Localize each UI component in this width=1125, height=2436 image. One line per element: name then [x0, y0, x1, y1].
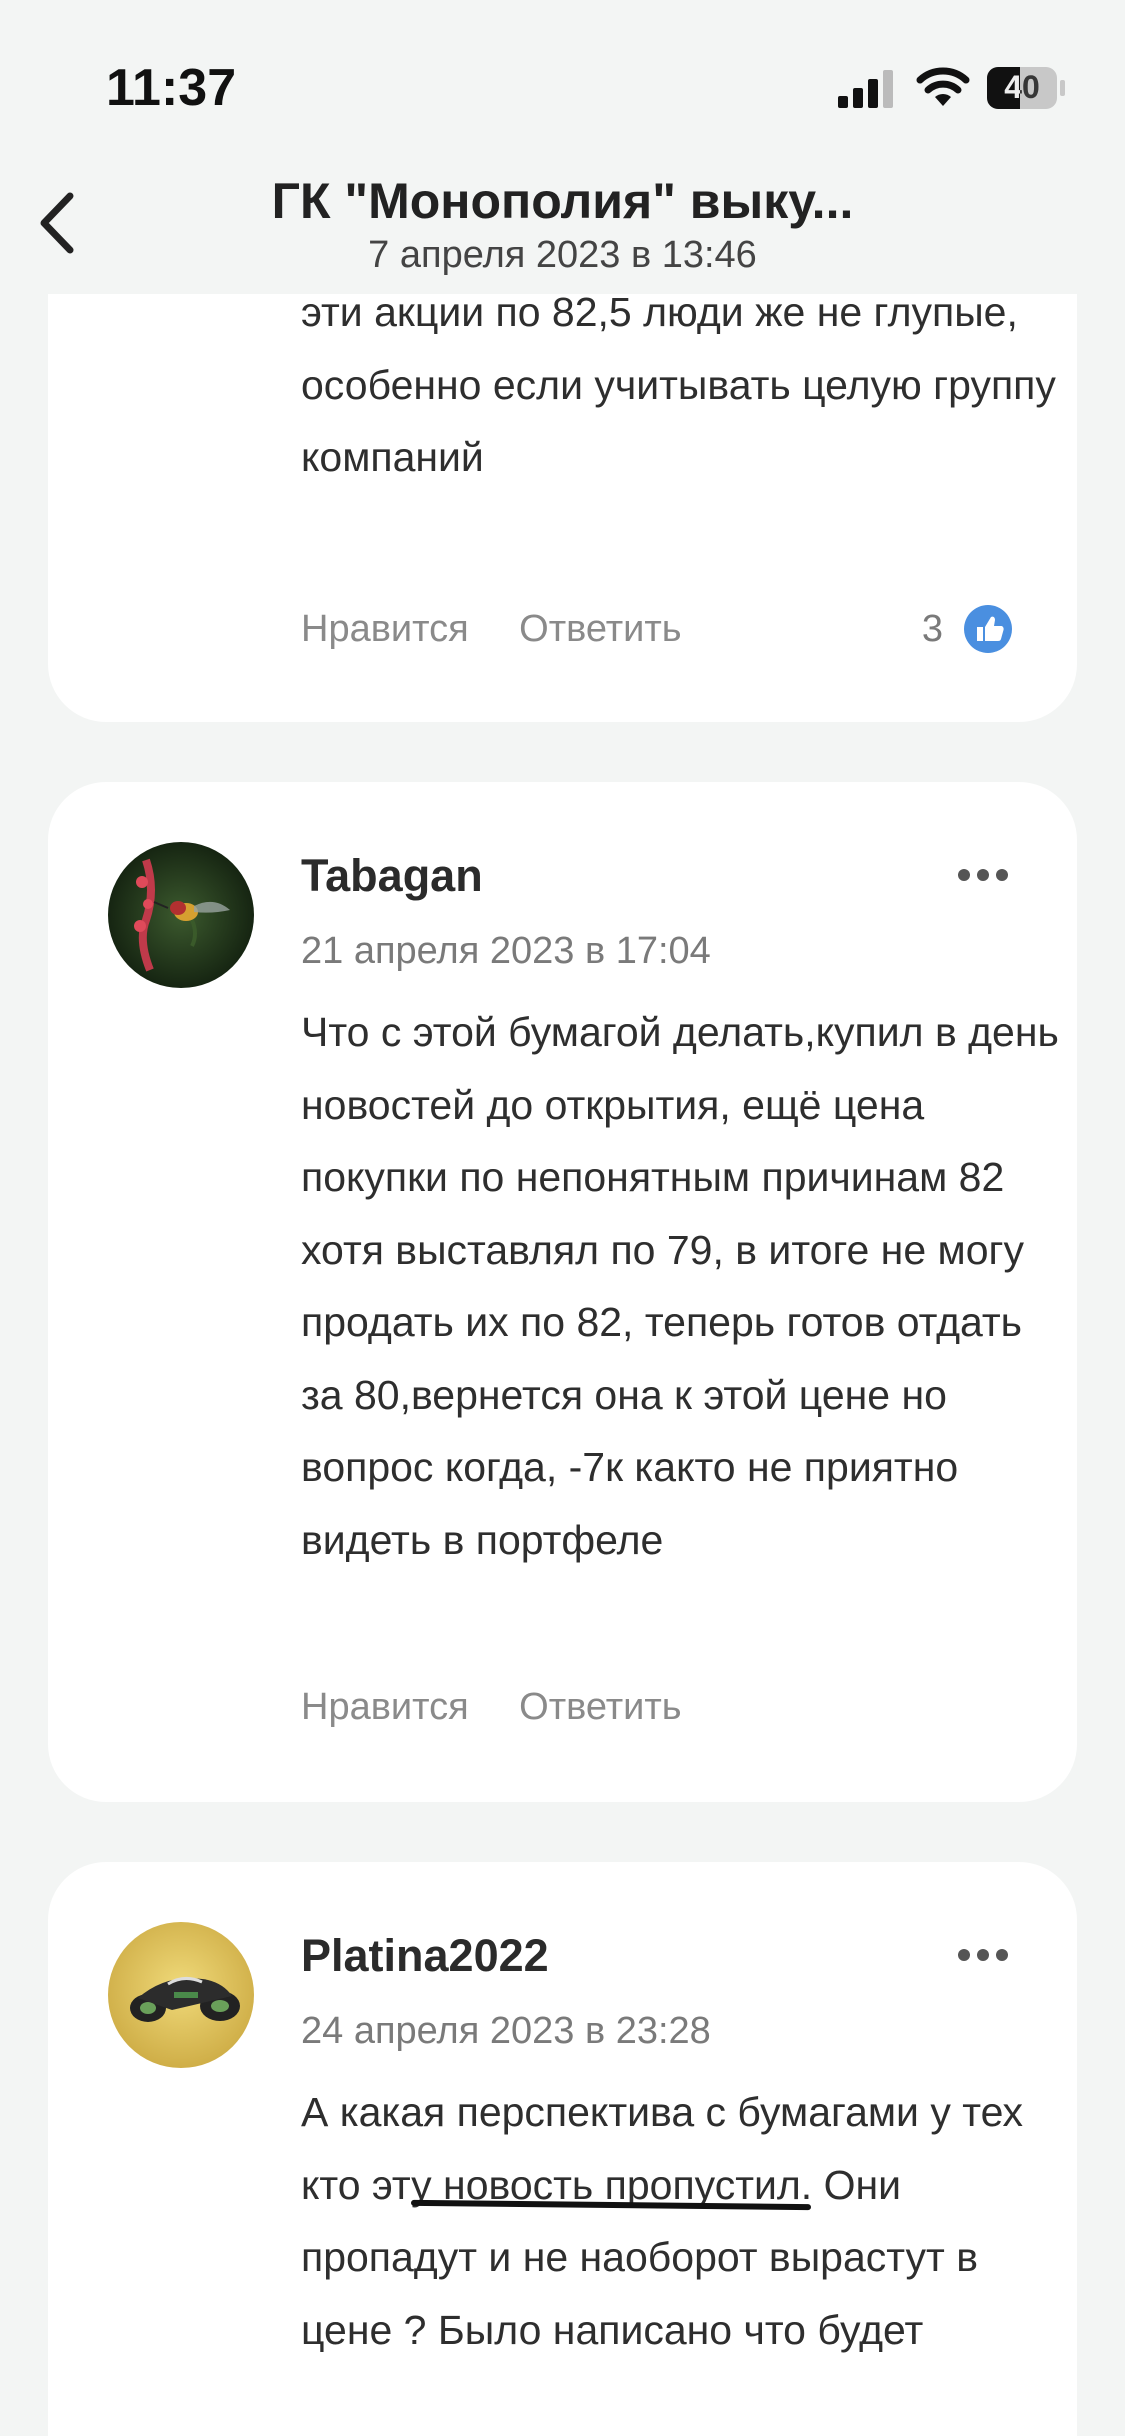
comment-text: Что с этой бумагой делать,купил в день н… [301, 1009, 1059, 1563]
author-name[interactable]: Platina2022 [301, 1930, 549, 1982]
avatar[interactable] [108, 1922, 254, 2068]
like-button[interactable]: Нравится [301, 1686, 469, 1729]
hummingbird-avatar-icon [108, 842, 254, 988]
page-title: ГК "Монополия" выку... [271, 173, 854, 229]
battery-level: 40 [1004, 69, 1040, 105]
comment-text: А какая перспектива с бумагами у тех кто… [301, 2089, 1023, 2353]
wifi-icon [916, 67, 970, 106]
comment-card: Tabagan 21 апреля 2023 в 17:04 Что с это… [48, 782, 1077, 1802]
status-time: 11:37 [106, 59, 237, 117]
more-icon[interactable] [957, 1948, 1009, 1962]
reply-button[interactable]: Ответить [519, 608, 681, 651]
page-subtitle: 7 апреля 2023 в 13:46 [368, 234, 757, 276]
comment-actions: Нравится Ответить [301, 1686, 728, 1729]
battery-icon: 40 [986, 66, 1066, 115]
likes-count: 3 [921, 607, 943, 650]
thumbs-up-icon [964, 605, 1012, 653]
reply-button[interactable]: Ответить [519, 1686, 681, 1729]
comment-actions: Нравится Ответить [301, 608, 728, 651]
status-bar: 11:37 40 [0, 0, 1125, 170]
author-name[interactable]: Tabagan [301, 850, 483, 902]
comment-card: Platina2022 24 апреля 2023 в 23:28 А как… [48, 1862, 1077, 2436]
likes-counter[interactable]: 3 [922, 604, 1013, 654]
more-icon[interactable] [957, 868, 1009, 882]
avatar[interactable] [108, 842, 254, 988]
like-button[interactable]: Нравится [301, 608, 469, 651]
nav-header: ГК "Монополия" выку... 7 апреля 2023 в 1… [0, 170, 1125, 294]
chevron-left-icon[interactable] [34, 188, 78, 258]
comment-text: эти акции по 82,5 люди же не глупые, осо… [301, 289, 1056, 480]
motorcycle-avatar-icon [108, 1922, 254, 2068]
signal-icon [838, 70, 893, 108]
comment-date: 21 апреля 2023 в 17:04 [301, 930, 711, 972]
comment-date: 24 апреля 2023 в 23:28 [301, 2010, 711, 2052]
